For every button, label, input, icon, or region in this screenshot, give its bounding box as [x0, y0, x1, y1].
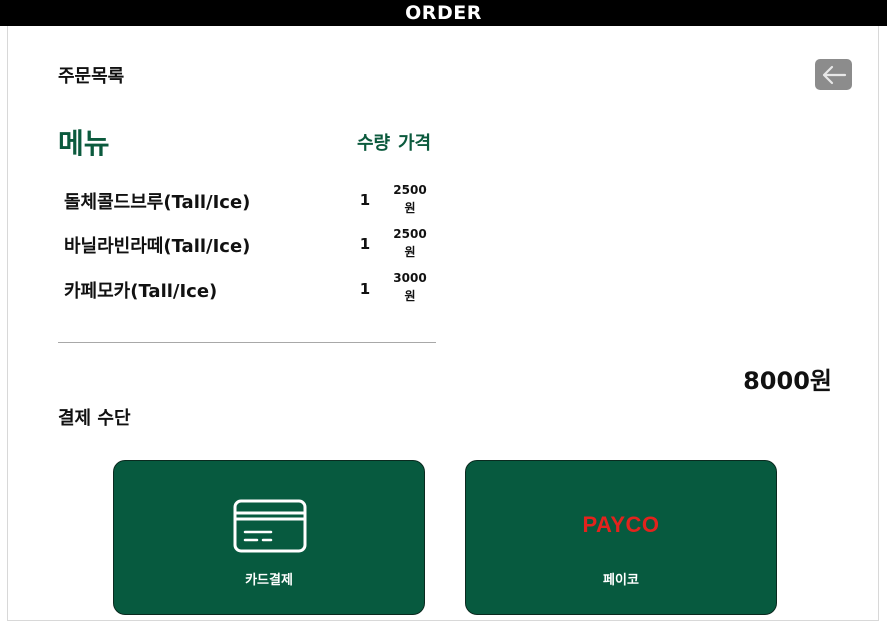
- order-screen: ORDER 주문목록 메뉴 수량 가격 돌체콜드브루(Tall/Ice) 1 2…: [0, 0, 887, 629]
- payco-payment-button[interactable]: PAYCO 페이코: [465, 460, 777, 615]
- payment-method-title: 결제 수단: [58, 408, 131, 429]
- order-list-title: 주문목록: [58, 66, 125, 87]
- item-quantity: 1: [359, 280, 371, 298]
- item-price-currency: 원: [404, 289, 416, 303]
- page-title-bar: ORDER: [0, 0, 887, 26]
- card-payment-label: 카드결제: [245, 573, 293, 588]
- price-column-header: 가격: [398, 133, 432, 154]
- item-price-amount: 2500: [393, 227, 427, 241]
- back-button[interactable]: [815, 59, 852, 90]
- card-payment-button[interactable]: 카드결제: [113, 460, 425, 615]
- item-price-currency: 원: [404, 201, 416, 215]
- item-price-amount: 3000: [393, 271, 427, 285]
- quantity-column-header: 수량: [357, 133, 391, 154]
- item-price-currency: 원: [404, 245, 416, 259]
- credit-card-icon: [233, 499, 307, 553]
- item-name: 바닐라빈라떼(Tall/Ice): [64, 236, 251, 257]
- item-name: 카페모카(Tall/Ice): [64, 281, 218, 302]
- item-price: 2500 원: [388, 225, 432, 261]
- order-total: 8000원: [743, 367, 832, 395]
- item-price-amount: 2500: [393, 183, 427, 197]
- menu-column-header: 메뉴: [58, 127, 110, 160]
- item-name: 돌체콜드브루(Tall/Ice): [64, 192, 251, 213]
- item-price: 2500 원: [388, 181, 432, 217]
- item-quantity: 1: [359, 191, 371, 209]
- arrow-left-icon: [822, 65, 846, 84]
- payco-logo: PAYCO: [582, 512, 660, 537]
- order-list-divider: [58, 342, 436, 343]
- payco-payment-label: 페이코: [603, 573, 639, 588]
- item-quantity: 1: [359, 235, 371, 253]
- page-title: ORDER: [405, 2, 482, 24]
- item-price: 3000 원: [388, 269, 432, 305]
